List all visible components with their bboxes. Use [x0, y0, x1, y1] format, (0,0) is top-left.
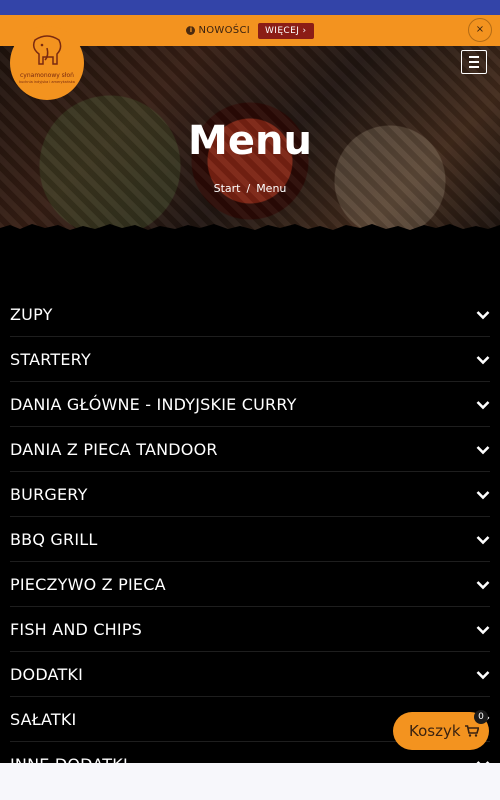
restaurant-logo[interactable]: cynamonowy słoń kuchnia indyjska i amery… [10, 26, 84, 100]
menu-category-row[interactable]: STARTERY [10, 337, 490, 382]
cart-label: Koszyk [409, 722, 461, 740]
close-icon[interactable]: × [468, 18, 492, 42]
chevron-down-icon[interactable] [476, 355, 490, 365]
logo-tagline: kuchnia indyjska i amerykańska [19, 80, 75, 84]
menu-category-label: DANIA Z PIECA TANDOOR [10, 440, 218, 459]
menu-category-row[interactable]: PIECZYWO Z PIECA [10, 562, 490, 607]
breadcrumb: Start / Menu [0, 182, 500, 195]
chevron-down-icon[interactable] [476, 400, 490, 410]
menu-category-label: STARTERY [10, 350, 91, 369]
menu-category-label: FISH AND CHIPS [10, 620, 143, 639]
cart-count-badge: 0 [474, 710, 488, 724]
bottom-bar [0, 763, 500, 800]
torn-edge [0, 224, 500, 230]
chevron-down-icon[interactable] [476, 490, 490, 500]
menu-category-row[interactable]: DANIA GŁÓWNE - INDYJSKIE CURRY [10, 382, 490, 427]
chevron-down-icon[interactable] [476, 310, 490, 320]
hamburger-icon[interactable] [461, 50, 487, 74]
menu-category-label: DANIA GŁÓWNE - INDYJSKIE CURRY [10, 395, 297, 414]
logo-name: cynamonowy słoń [20, 72, 74, 79]
cart-button[interactable]: Koszyk 0 [393, 710, 489, 750]
menu-category-label: BURGERY [10, 485, 88, 504]
breadcrumb-current: Menu [256, 182, 287, 195]
menu-category-row[interactable]: DODATKI [10, 652, 490, 697]
chevron-down-icon[interactable] [476, 535, 490, 545]
shopping-cart-icon [465, 725, 479, 737]
elephant-icon [32, 35, 62, 65]
info-icon: i [186, 26, 196, 35]
chevron-down-icon[interactable] [476, 625, 490, 635]
menu-category-row[interactable]: FISH AND CHIPS [10, 607, 490, 652]
breadcrumb-home-link[interactable]: Start [214, 182, 241, 195]
menu-category-label: PIECZYWO Z PIECA [10, 575, 166, 594]
chevron-down-icon[interactable] [476, 580, 490, 590]
menu-category-label: DODATKI [10, 665, 84, 684]
more-button[interactable]: WIĘCEJ › [257, 22, 314, 39]
chevron-down-icon[interactable] [476, 445, 490, 455]
chevron-down-icon[interactable] [476, 670, 490, 680]
promo-label: NOWOŚCI [198, 25, 250, 36]
menu-category-label: SAŁATKI [10, 710, 77, 729]
menu-category-label: ZUPY [10, 305, 53, 324]
menu-category-row[interactable]: BURGERY [10, 472, 490, 517]
menu-category-row[interactable]: DANIA Z PIECA TANDOOR [10, 427, 490, 472]
menu-category-row[interactable]: BBQ GRILL [10, 517, 490, 562]
breadcrumb-separator: / [246, 182, 251, 195]
menu-category-label: BBQ GRILL [10, 530, 98, 549]
top-bar [0, 0, 500, 15]
page-title: Menu [188, 118, 312, 164]
menu-category-row[interactable]: ZUPY [10, 292, 490, 337]
